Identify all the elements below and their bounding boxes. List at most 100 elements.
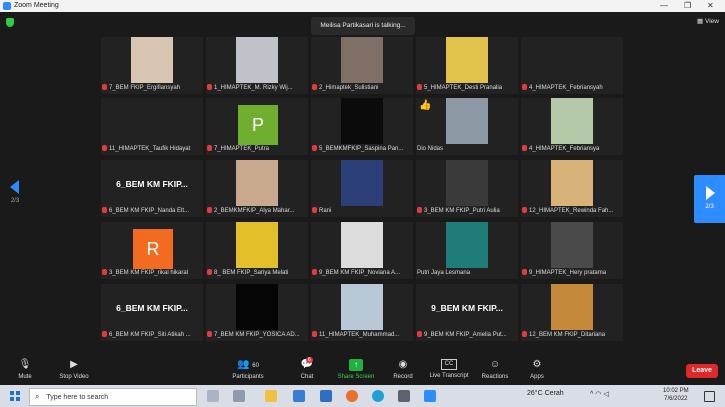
share-screen-button[interactable]: ↑ Share Screen <box>334 359 378 380</box>
stop-video-button[interactable]: ▶ Stop Video <box>52 359 96 380</box>
participants-count: 60 <box>252 363 259 369</box>
store-icon[interactable] <box>293 390 305 402</box>
participant-tile[interactable]: Rani <box>311 160 413 217</box>
chat-label: Chat <box>300 374 314 380</box>
security-shield-icon[interactable] <box>6 18 14 27</box>
participant-name: 12_BEM KM FKIP_Ditariana <box>522 331 621 340</box>
participant-name: 9_HIMAPTEK_Hery pratama <box>522 269 621 278</box>
participant-tile[interactable]: 4_HIMAPTEK_Febriansyah <box>521 37 623 94</box>
mail-icon[interactable] <box>320 390 332 402</box>
participant-tile[interactable]: 3_BEM KM FKIP_Putri Aulia <box>416 160 518 217</box>
apps-button[interactable]: ⚙ Apps <box>526 359 548 380</box>
system-tray[interactable]: ^ ◠ ◁ <box>590 390 609 398</box>
muted-mic-icon <box>522 84 527 90</box>
title-bar: Zoom Meeting — ❐ ✕ <box>0 0 725 12</box>
participant-video <box>236 284 278 330</box>
participants-button[interactable]: 👥 60 Participants <box>226 359 270 380</box>
participant-tile[interactable]: 2_Himaptek_Sulistiani <box>311 37 413 94</box>
participant-tile[interactable]: R 3_BEM KM FKIP_rikal hikaral <box>101 222 203 279</box>
participant-tile[interactable]: 7_BEM FKIP_Ergifiansyah <box>101 37 203 94</box>
participant-name: 5_BEMKMFKIP_Saspina Pan... <box>312 145 411 154</box>
muted-mic-icon <box>312 269 317 275</box>
participant-video <box>446 160 488 206</box>
widgets-icon[interactable] <box>233 390 245 402</box>
reactions-button[interactable]: ☺ Reactions <box>479 359 511 380</box>
participant-name-text: 4_HIMAPTEK_Febriansya <box>529 146 600 152</box>
participant-name-text: 7_HIMAPTEK_Putra <box>214 146 270 152</box>
participant-name-text: 9_BEM KM FKIP_Amelia Put... <box>424 332 507 338</box>
participant-name: 6_BEM KM FKIP_Siti Atikah ... <box>102 331 201 340</box>
participant-tile[interactable]: 11_HIMAPTEK_Taufik Hidayat <box>101 98 203 155</box>
participant-name-text: 7_BEM FKIP_Ergifiansyah <box>109 85 181 91</box>
chat-button[interactable]: 💬 6 Chat <box>294 357 320 380</box>
participant-tile[interactable]: 2_BEMKMFKIP_Alya Mahar... <box>206 160 308 217</box>
participant-tile[interactable]: 6_BEM KM FKIP... 6_BEM KM FKIP_Siti Atika… <box>101 284 203 341</box>
participant-tile[interactable]: 9_HIMAPTEK_Hery pratama <box>521 222 623 279</box>
record-button[interactable]: ◉ Record <box>390 359 416 380</box>
windows-start-icon[interactable] <box>10 391 20 401</box>
participant-tile[interactable]: 5_HIMAPTEK_Desti Pranalia <box>416 37 518 94</box>
record-label: Record <box>393 374 413 380</box>
participants-label: Participants <box>232 374 264 380</box>
participant-tile[interactable]: 11_HIMAPTEK_Muhammad... <box>311 284 413 341</box>
muted-mic-icon <box>207 145 212 151</box>
mute-button[interactable]: 🎙 Mute <box>12 359 38 380</box>
participant-video <box>551 160 593 206</box>
taskbar-search[interactable]: ⌕ Type here to search <box>29 388 197 406</box>
participant-video <box>341 98 383 144</box>
participant-name-text: Putri Jaya Lesmana <box>417 270 471 276</box>
file-explorer-icon[interactable] <box>265 390 277 402</box>
view-grid-icon: ▦ <box>697 18 704 25</box>
edge-icon[interactable] <box>372 390 384 402</box>
participant-tile[interactable]: 12_HIMAPTEK_Rewinda Fah... <box>521 160 623 217</box>
muted-mic-icon <box>207 84 212 90</box>
participant-tile[interactable]: 👍 Dio Nidas <box>416 98 518 155</box>
muted-mic-icon <box>102 331 107 337</box>
participant-tile[interactable]: 1_HIMAPTEK_M. Rizky Wij... <box>206 37 308 94</box>
volume-icon: ◁ <box>603 391 609 398</box>
share-screen-label: Share Screen <box>337 374 375 380</box>
participants-icon: 👥 60 <box>237 359 259 370</box>
participant-tile[interactable]: 4_HIMAPTEK_Febriansya <box>521 98 623 155</box>
firefox-icon[interactable] <box>346 390 358 402</box>
participant-name: 7_BEM KM FKIP_YOSICA AD... <box>207 331 306 340</box>
microphone-icon: 🎙 <box>18 359 32 370</box>
restore-button[interactable]: ❐ <box>684 1 691 10</box>
participant-tile[interactable]: 6_BEM KM FKIP... 6_BEM KM FKIP_Nanda Elt.… <box>101 160 203 217</box>
windows-taskbar: ⌕ Type here to search 26°C Cerah ^ ◠ ◁ 1… <box>0 385 725 407</box>
task-view-icon[interactable] <box>207 390 219 402</box>
prev-page-button[interactable]: 2/3 <box>8 180 22 204</box>
participant-tile[interactable]: Putri Jaya Lesmana <box>416 222 518 279</box>
weather-widget[interactable]: 26°C Cerah <box>527 390 564 397</box>
participant-name-text: 9_BEM KM FKIP_Noviana A... <box>319 270 401 276</box>
muted-mic-icon <box>522 145 527 151</box>
muted-mic-icon <box>207 269 212 275</box>
live-transcript-button[interactable]: CC Live Transcript <box>427 359 471 379</box>
leave-button[interactable]: Leave <box>686 364 718 378</box>
participant-display-label: 9_BEM KM FKIP... <box>431 303 503 313</box>
next-page-button[interactable]: 2/3 <box>694 175 725 223</box>
participant-name: 1_HIMAPTEK_M. Rizky Wij... <box>207 84 306 93</box>
muted-mic-icon <box>312 84 317 90</box>
participant-tile[interactable]: P 7_HIMAPTEK_Putra <box>206 98 308 155</box>
close-button[interactable]: ✕ <box>707 1 714 10</box>
participant-tile[interactable]: 9_BEM KM FKIP... 9_BEM KM FKIP_Amelia Put… <box>416 284 518 341</box>
muted-mic-icon <box>102 207 107 213</box>
page-indicator-right: 2/3 <box>705 204 714 210</box>
zoom-taskbar-icon[interactable] <box>424 390 436 402</box>
participant-tile[interactable]: 5_BEMKMFKIP_Saspina Pan... <box>311 98 413 155</box>
participant-name-text: 6_BEM KM FKIP_Siti Atikah ... <box>109 332 191 338</box>
participant-tile[interactable]: 12_BEM KM FKIP_Ditariana <box>521 284 623 341</box>
participant-tile[interactable]: 9_BEM KM FKIP_Noviana A... <box>311 222 413 279</box>
participant-tile[interactable]: 7_BEM KM FKIP_YOSICA AD... <box>206 284 308 341</box>
taskbar-clock[interactable]: 10:02 PM 7/6/2022 <box>663 387 689 403</box>
minimize-button[interactable]: — <box>660 1 668 10</box>
view-button[interactable]: ▦ View <box>697 17 719 25</box>
muted-mic-icon <box>207 207 212 213</box>
participant-name: 2_Himaptek_Sulistiani <box>312 84 411 93</box>
participant-name: 9_BEM KM FKIP_Amelia Put... <box>417 331 516 340</box>
notification-icon[interactable] <box>704 391 715 402</box>
participant-name: 3_BEM KM FKIP_Putri Aulia <box>417 207 516 216</box>
settings-icon[interactable] <box>398 390 410 402</box>
participant-tile[interactable]: 8_ BEM FKIP_Sariya Melati <box>206 222 308 279</box>
